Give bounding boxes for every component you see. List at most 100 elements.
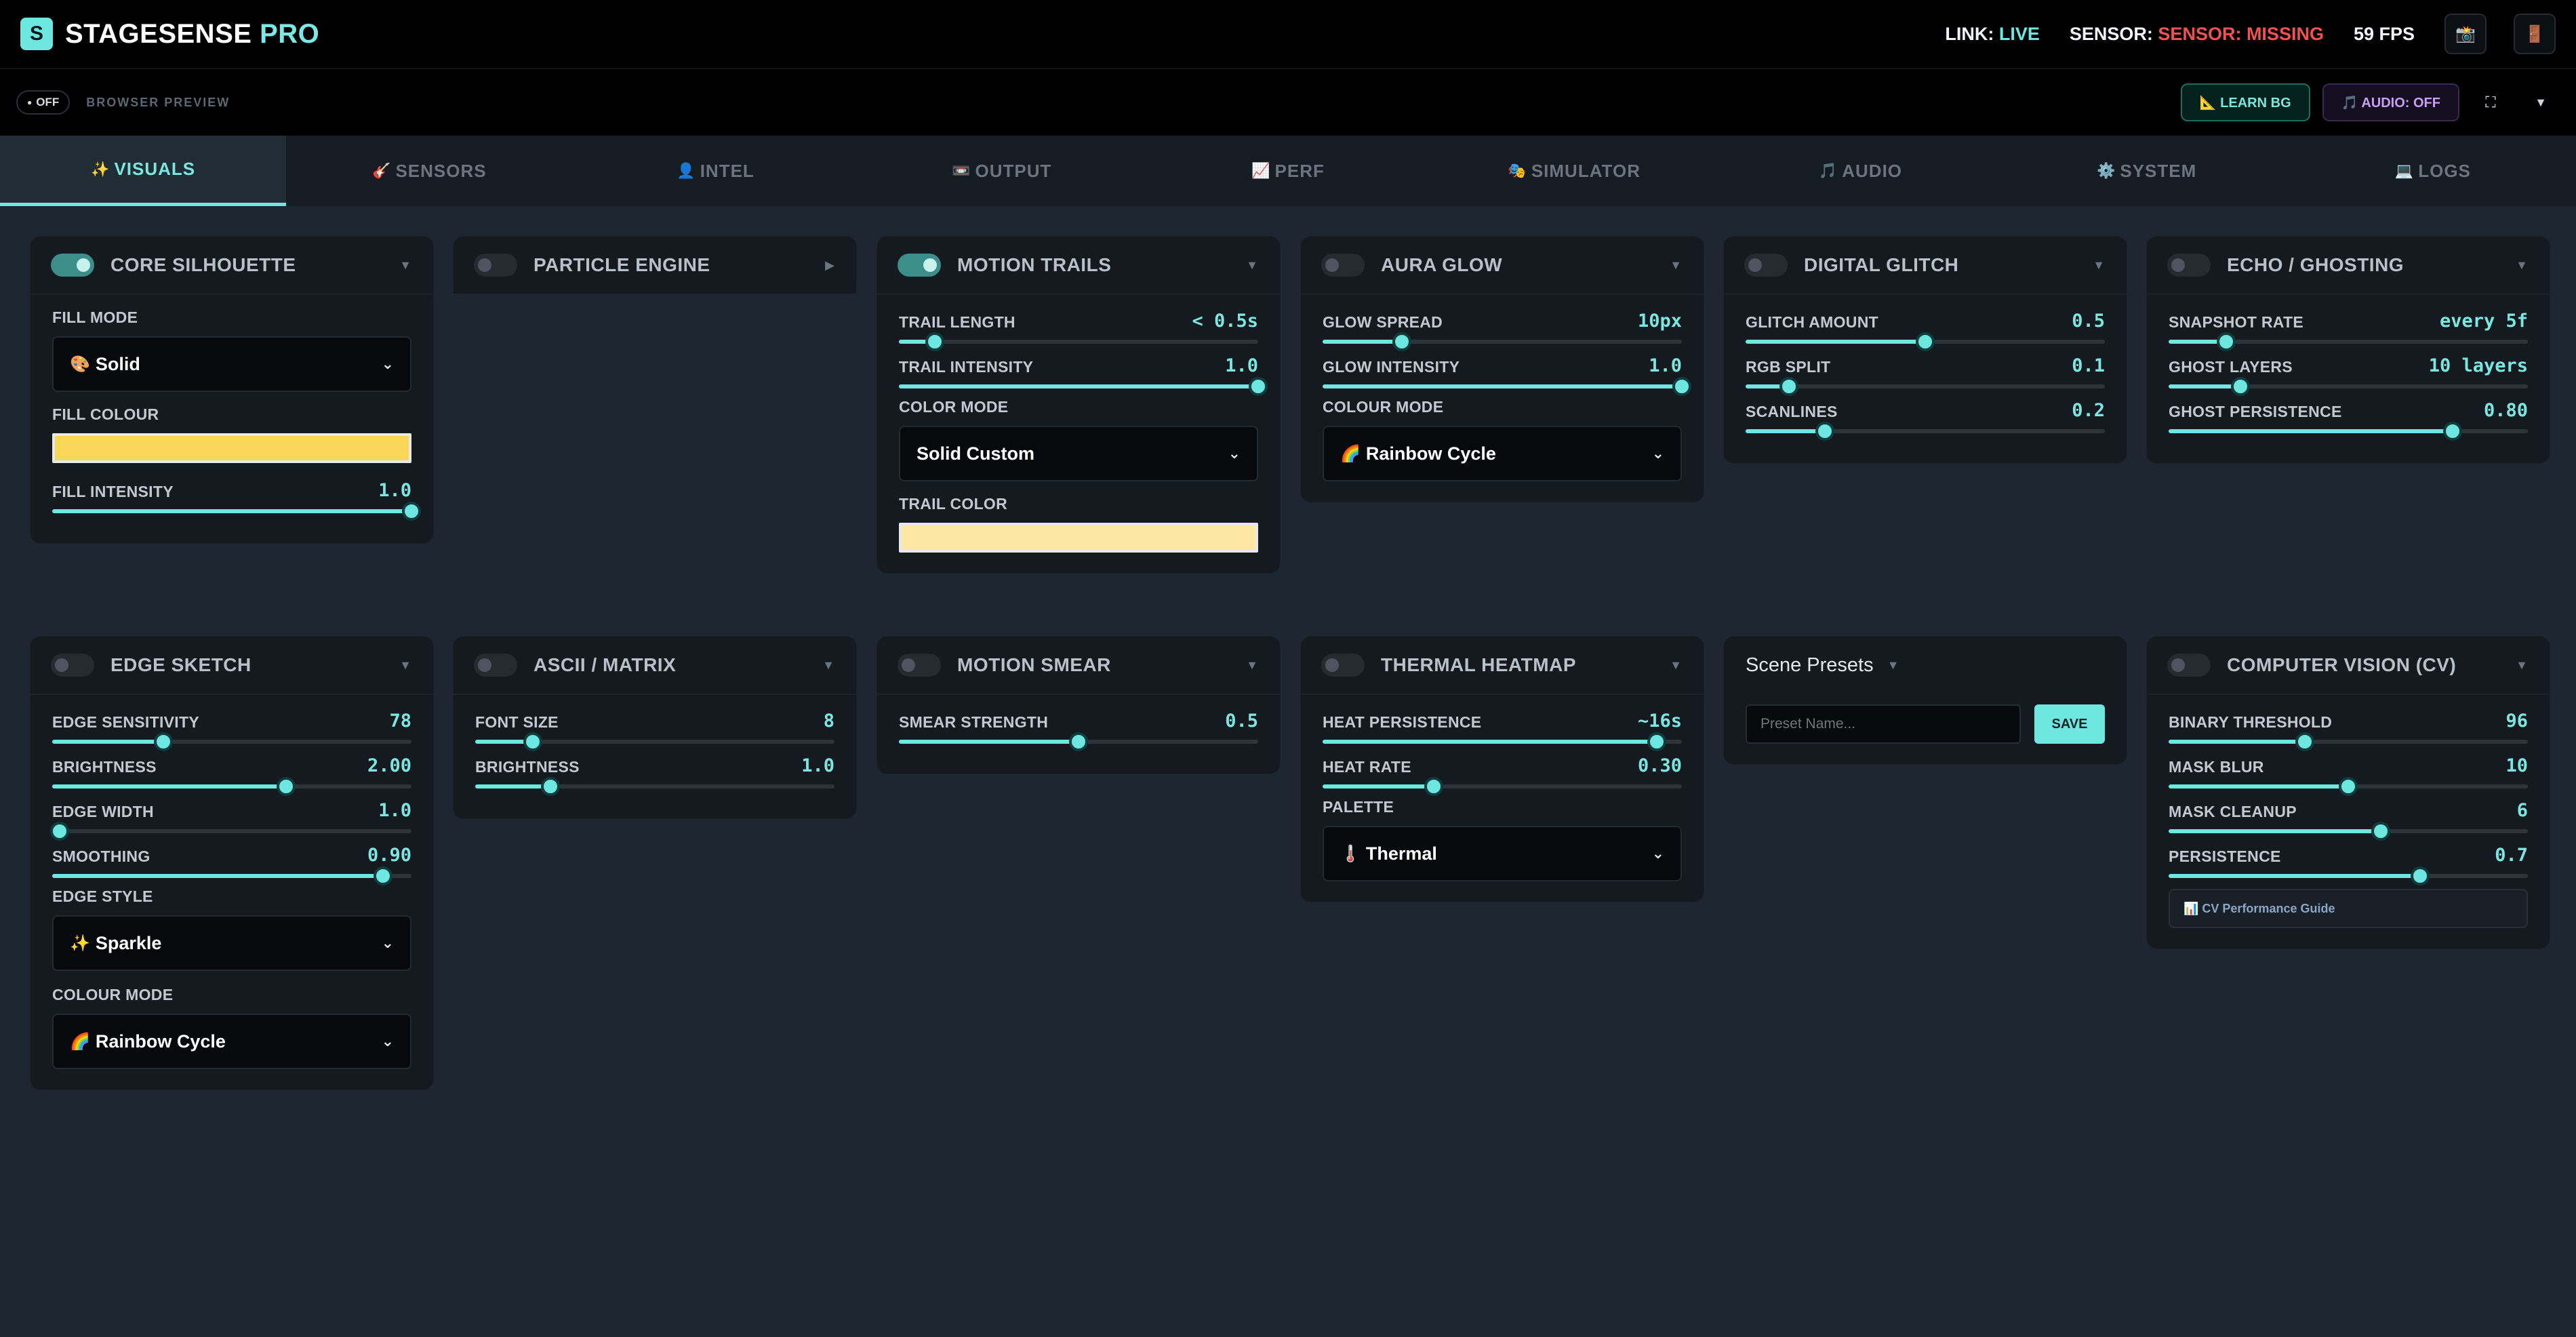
chevron-down-icon[interactable]: ▼ xyxy=(2522,83,2560,121)
rainbow-icon: 🌈 xyxy=(1340,444,1361,463)
camera-icon[interactable]: 📸 xyxy=(2444,14,2487,54)
chevron-down-icon: ⌄ xyxy=(381,1033,394,1050)
panel-header[interactable]: ECHO / GHOSTING ▼ xyxy=(2147,237,2550,294)
chevron-down-icon[interactable]: ▼ xyxy=(2516,658,2528,673)
font-size-slider[interactable] xyxy=(475,732,834,751)
digital-glitch-toggle[interactable] xyxy=(1744,254,1788,277)
smoothing-slider[interactable] xyxy=(52,866,411,885)
panel-header[interactable]: COMPUTER VISION (CV) ▼ xyxy=(2147,637,2550,694)
chevron-down-icon[interactable]: ▼ xyxy=(2516,258,2528,273)
cv-persistence-slider[interactable] xyxy=(2169,866,2528,885)
edge-sensitivity-slider[interactable] xyxy=(52,732,411,751)
tab-output[interactable]: 📼 OUTPUT xyxy=(859,136,1145,206)
glow-intensity-slider[interactable] xyxy=(1323,377,1691,396)
chevron-down-icon[interactable]: ▼ xyxy=(1670,658,1682,673)
smear-strength-slider[interactable] xyxy=(899,732,1258,751)
panel-echo-ghosting: ECHO / GHOSTING ▼ SNAPSHOT RATE every 5f … xyxy=(2146,236,2550,464)
scanlines-slider[interactable] xyxy=(1746,422,2105,441)
panel-header[interactable]: MOTION TRAILS ▼ xyxy=(877,237,1280,294)
panel-digital-glitch: DIGITAL GLITCH ▼ GLITCH AMOUNT 0.5 RGB SP… xyxy=(1723,236,2127,464)
chevron-down-icon[interactable]: ▼ xyxy=(1670,258,1682,273)
fill-mode-select[interactable]: 🎨 Solid ⌄ xyxy=(52,336,411,392)
edge-style-select[interactable]: ✨ Sparkle ⌄ xyxy=(52,915,411,971)
echo-ghosting-toggle[interactable] xyxy=(2167,254,2211,277)
edge-brightness-slider[interactable] xyxy=(52,777,411,796)
panel-header[interactable]: ASCII / MATRIX ▼ xyxy=(454,637,856,694)
mask-blur-slider[interactable] xyxy=(2169,777,2528,796)
panel-header[interactable]: MOTION SMEAR ▼ xyxy=(877,637,1280,694)
heat-persistence-slider[interactable] xyxy=(1323,732,1682,751)
aura-colour-mode-select[interactable]: 🌈 Rainbow Cycle ⌄ xyxy=(1323,426,1682,481)
tab-logs[interactable]: 💻 LOGS xyxy=(2290,136,2576,206)
chevron-down-icon[interactable]: ▼ xyxy=(822,658,834,673)
particle-engine-toggle[interactable] xyxy=(474,254,517,277)
motion-trails-toggle[interactable] xyxy=(898,254,941,277)
trail-intensity-slider[interactable] xyxy=(899,377,1268,396)
panel-header[interactable]: Scene Presets ▼ xyxy=(1724,637,2127,694)
videocassette-icon: 📼 xyxy=(952,162,971,179)
ghost-layers-slider[interactable] xyxy=(2169,377,2528,396)
trail-length-slider[interactable] xyxy=(899,332,1258,351)
status-area: LINK: LIVE SENSOR: SENSOR: MISSING 59 FP… xyxy=(1945,14,2556,54)
tab-sensors[interactable]: 🎸 SENSORS xyxy=(286,136,572,206)
glitch-amount-slider[interactable] xyxy=(1746,332,2105,351)
tab-audio[interactable]: 🎵 AUDIO xyxy=(1717,136,2003,206)
trail-color-swatch[interactable] xyxy=(899,523,1258,553)
panel-scene-presets: Scene Presets ▼ SAVE xyxy=(1723,636,2127,765)
palette-select[interactable]: 🌡️ Thermal ⌄ xyxy=(1323,826,1682,881)
panel-header[interactable]: AURA GLOW ▼ xyxy=(1301,237,1704,294)
binary-threshold-slider[interactable] xyxy=(2169,732,2528,751)
cv-performance-guide-link[interactable]: 📊 CV Performance Guide xyxy=(2169,889,2528,928)
ascii-brightness-slider[interactable] xyxy=(475,777,834,796)
panel-header[interactable]: THERMAL HEATMAP ▼ xyxy=(1301,637,1704,694)
mask-cleanup-slider[interactable] xyxy=(2169,822,2528,841)
chevron-down-icon[interactable]: ▼ xyxy=(1887,658,1899,673)
chevron-down-icon[interactable]: ▼ xyxy=(399,258,411,273)
save-preset-button[interactable]: SAVE xyxy=(2034,704,2105,744)
power-toggle-pill[interactable]: ● OFF xyxy=(16,90,71,115)
chevron-down-icon[interactable]: ▼ xyxy=(399,658,411,673)
learn-bg-button[interactable]: 📐 LEARN BG xyxy=(2180,83,2310,121)
main-tabs: ✨ VISUALS 🎸 SENSORS 👤 INTEL 📼 OUTPUT 📈 PERF 🎭… xyxy=(0,136,2576,206)
chevron-down-icon[interactable]: ▼ xyxy=(2093,258,2105,273)
panel-header[interactable]: CORE SILHOUETTE ▼ xyxy=(31,237,433,294)
fullscreen-icon[interactable]: ⛶ xyxy=(2472,83,2510,121)
heat-rate-slider[interactable] xyxy=(1323,777,1682,796)
tab-perf[interactable]: 📈 PERF xyxy=(1145,136,1431,206)
glow-spread-slider[interactable] xyxy=(1323,332,1682,351)
panel-edge-sketch: EDGE SKETCH ▼ EDGE SENSITIVITY 78 BRIGHTN… xyxy=(30,636,434,1090)
tab-intel[interactable]: 👤 INTEL xyxy=(572,136,858,206)
fill-intensity-slider[interactable] xyxy=(52,502,421,521)
preset-name-input[interactable] xyxy=(1746,704,2021,744)
sensor-status: SENSOR: SENSOR: MISSING xyxy=(2069,23,2324,44)
trail-color-mode-select[interactable]: Solid Custom ⌄ xyxy=(899,426,1258,481)
tab-system[interactable]: ⚙️ SYSTEM xyxy=(2004,136,2290,206)
audio-toggle-button[interactable]: 🎵 AUDIO: OFF xyxy=(2322,83,2459,121)
sub-toolbar: ● OFF BROWSER PREVIEW 📐 LEARN BG 🎵 AUDIO… xyxy=(0,68,2576,136)
computer-vision-toggle[interactable] xyxy=(2167,654,2211,677)
thermal-heatmap-toggle[interactable] xyxy=(1321,654,1365,677)
status-dot-icon: ● xyxy=(27,98,33,107)
chevron-down-icon: ⌄ xyxy=(1651,445,1664,462)
panel-header[interactable]: DIGITAL GLITCH ▼ xyxy=(1724,237,2127,294)
exit-door-icon[interactable]: 🚪 xyxy=(2514,14,2556,54)
panel-header[interactable]: PARTICLE ENGINE ▶ xyxy=(454,237,856,294)
rgb-split-slider[interactable] xyxy=(1746,377,2105,396)
snapshot-rate-slider[interactable] xyxy=(2169,332,2528,351)
edge-width-slider[interactable] xyxy=(49,822,411,841)
ghost-persistence-slider[interactable] xyxy=(2169,422,2528,441)
tab-visuals[interactable]: ✨ VISUALS xyxy=(0,136,287,206)
panel-motion-smear: MOTION SMEAR ▼ SMEAR STRENGTH 0.5 xyxy=(877,636,1281,774)
chevron-down-icon[interactable]: ▼ xyxy=(1246,258,1258,273)
chevron-down-icon[interactable]: ▼ xyxy=(1246,658,1258,673)
aura-glow-toggle[interactable] xyxy=(1321,254,1365,277)
core-silhouette-toggle[interactable] xyxy=(51,254,94,277)
fill-colour-swatch[interactable] xyxy=(52,433,411,463)
motion-smear-toggle[interactable] xyxy=(898,654,941,677)
tab-simulator[interactable]: 🎭 SIMULATOR xyxy=(1431,136,1717,206)
edge-sketch-toggle[interactable] xyxy=(51,654,94,677)
ascii-matrix-toggle[interactable] xyxy=(474,654,517,677)
panel-header[interactable]: EDGE SKETCH ▼ xyxy=(31,637,433,694)
chevron-right-icon[interactable]: ▶ xyxy=(825,258,834,273)
edge-colour-mode-select[interactable]: 🌈 Rainbow Cycle ⌄ xyxy=(52,1014,411,1069)
